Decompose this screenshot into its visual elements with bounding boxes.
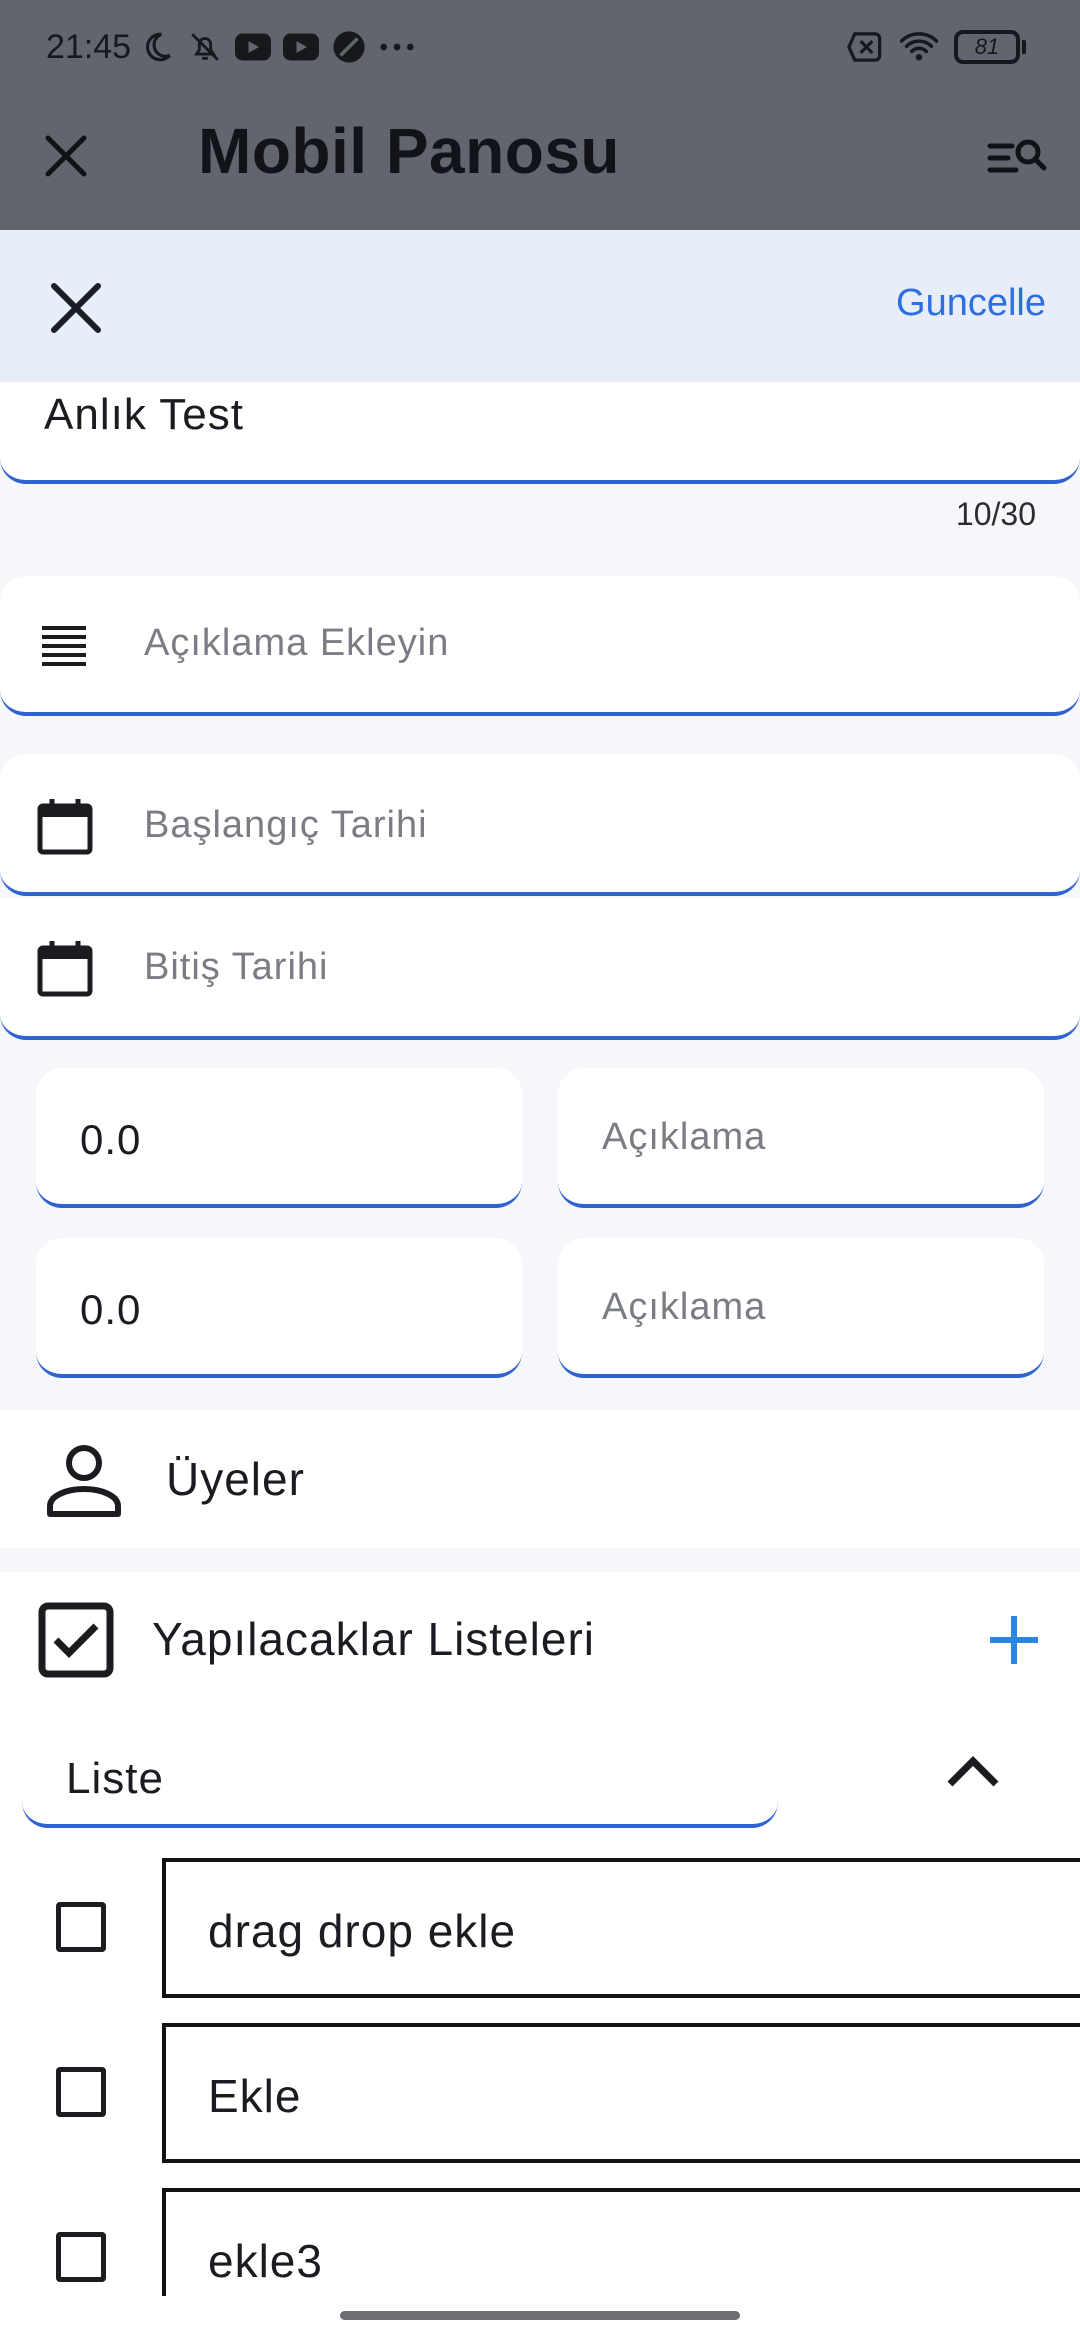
youtube-icon — [234, 28, 272, 66]
add-list-button[interactable] — [986, 1612, 1042, 1668]
todo-item: drag drop ekle — [0, 1858, 1080, 1998]
todo-item: ekle3 — [0, 2188, 1080, 2296]
home-indicator[interactable] — [340, 2311, 740, 2320]
description-lines-icon — [36, 618, 94, 676]
todo-item-text: drag drop ekle — [208, 1905, 517, 1957]
members-row[interactable] — [0, 1410, 1080, 1548]
chevron-up-icon[interactable] — [944, 1752, 1002, 1792]
more-dots-icon — [378, 28, 416, 66]
title-field[interactable]: Anlık Test — [0, 382, 1080, 484]
list-name-value: Liste — [66, 1754, 164, 1803]
checkbox-checked-icon[interactable] — [38, 1602, 114, 1678]
app-bar: Mobil Panosu — [0, 100, 1080, 230]
todo-item-field[interactable]: ekle3 — [162, 2188, 1080, 2296]
moon-icon — [138, 28, 176, 66]
status-time: 21:45 — [46, 28, 132, 66]
title-input-value: Anlık Test — [44, 390, 244, 439]
members-label: Üyeler — [166, 1453, 305, 1505]
calendar-icon — [36, 796, 94, 855]
start-date-placeholder: Başlangıç Tarihi — [144, 804, 428, 846]
amount-description-field[interactable]: Açıklama — [558, 1238, 1044, 1378]
app-icon — [330, 28, 368, 66]
no-sim-icon — [846, 28, 884, 66]
todo-item-field[interactable]: drag drop ekle — [162, 1858, 1080, 1998]
bell-off-icon — [186, 28, 224, 66]
search-list-icon[interactable] — [984, 128, 1048, 188]
end-date-field[interactable]: Bitiş Tarihi — [0, 898, 1080, 1040]
todo-section-label: Yapılacaklar Listeleri — [152, 1613, 596, 1665]
close-icon[interactable] — [44, 276, 108, 340]
update-button[interactable]: Guncelle — [896, 282, 1046, 325]
amount-description-field[interactable]: Açıklama — [558, 1068, 1044, 1208]
amount-field[interactable]: 0.0 — [36, 1068, 522, 1208]
plus-icon — [990, 1616, 1038, 1664]
page-title: Mobil Panosu — [198, 115, 620, 187]
status-icons-left — [138, 28, 416, 66]
calendar-icon — [36, 938, 94, 997]
title-char-counter: 10/30 — [955, 496, 1036, 532]
todo-item-text: Ekle — [208, 2070, 302, 2122]
todo-checkbox[interactable] — [56, 2232, 106, 2282]
amount-field[interactable]: 0.0 — [36, 1238, 522, 1378]
battery-level: 81 — [954, 30, 1020, 64]
todo-item-text: ekle3 — [208, 2235, 323, 2287]
amount-value: 0.0 — [80, 1116, 142, 1163]
list-name-field[interactable]: Liste — [22, 1738, 778, 1828]
amount-value: 0.0 — [80, 1286, 142, 1333]
description-field[interactable]: Açıklama Ekleyin — [0, 576, 1080, 716]
description-placeholder: Açıklama Ekleyin — [144, 622, 450, 664]
todo-item: Ekle — [0, 2023, 1080, 2163]
amount-description-placeholder: Açıklama — [602, 1286, 767, 1328]
close-icon[interactable] — [36, 126, 96, 186]
start-date-field[interactable]: Başlangıç Tarihi — [0, 754, 1080, 896]
amount-description-placeholder: Açıklama — [602, 1116, 767, 1158]
edit-toolbar: Guncelle — [0, 230, 1080, 382]
todo-checkbox[interactable] — [56, 1902, 106, 1952]
todo-item-field[interactable]: Ekle — [162, 2023, 1080, 2163]
person-icon — [44, 1440, 124, 1520]
wifi-icon — [900, 28, 938, 66]
end-date-placeholder: Bitiş Tarihi — [144, 946, 329, 988]
status-icons-right: 81 — [846, 28, 1026, 66]
todo-checkbox[interactable] — [56, 2067, 106, 2117]
youtube-icon — [282, 28, 320, 66]
battery-icon: 81 — [954, 30, 1026, 64]
status-bar: 21:45 81 — [0, 0, 1080, 100]
